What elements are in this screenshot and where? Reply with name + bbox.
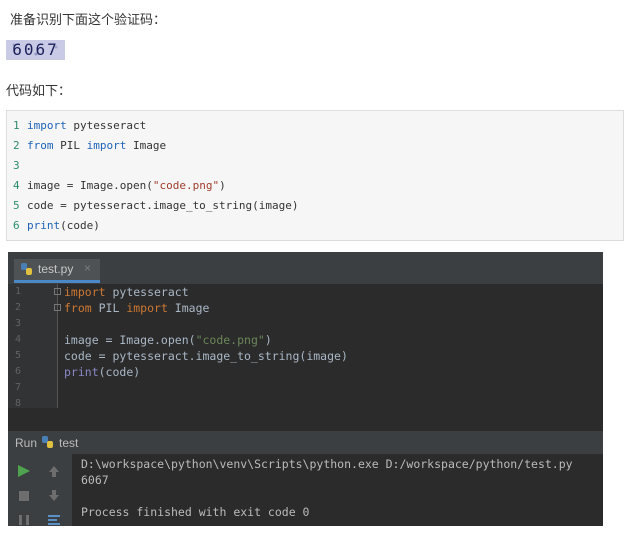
console-line: 6067 (81, 473, 109, 487)
code-editor[interactable]: 1 2 3 4 5 6 7 8 import pytesseract from … (8, 284, 603, 409)
article-intro: 准备识别下面这个验证码： (10, 13, 167, 28)
console-line: Process finished with exit code 0 (81, 505, 310, 519)
code-line: 1 import pytesseract (13, 119, 147, 132)
code-line: 2 from PIL import Image (13, 139, 167, 152)
line-number: 4 (15, 334, 22, 345)
run-config-name[interactable]: test (59, 436, 78, 450)
line-number: 3 (15, 318, 22, 329)
run-label: Run (15, 436, 38, 450)
tab-test-py[interactable]: test.py × (14, 259, 100, 283)
editor-line: print(code) (64, 365, 141, 379)
editor-tab-bar: test.py × (8, 252, 603, 284)
code-line: 5 code = pytesseract.image_to_string(imag… (13, 199, 299, 212)
scroll-up-icon[interactable] (46, 463, 62, 479)
line-number: 5 (15, 350, 22, 361)
close-icon[interactable]: × (84, 261, 91, 275)
line-number: 1 (15, 286, 22, 297)
code-line: 6 print(code) (13, 219, 100, 232)
code-block: 1 import pytesseract 2 from PIL import Ima… (6, 110, 624, 241)
console-output: D:\workspace\python\venv\Scripts\python.… (72, 454, 603, 526)
line-number: 8 (15, 398, 22, 409)
line-number-gutter: 1 2 3 4 5 6 7 8 (8, 284, 61, 409)
console-line: D:\workspace\python\venv\Scripts\python.… (81, 457, 573, 471)
run-toolbar (8, 454, 72, 526)
editor-line: image = Image.open("code.png") (64, 333, 272, 347)
code-intro: 代码如下： (6, 84, 72, 99)
stop-icon[interactable] (16, 488, 32, 504)
editor-line: code = pytesseract.image_to_string(image… (64, 349, 348, 363)
scroll-down-icon[interactable] (46, 488, 62, 504)
python-file-icon (21, 263, 32, 275)
editor-line: from PIL import Image (64, 301, 210, 315)
fold-icon[interactable] (54, 304, 61, 311)
line-number: 7 (15, 382, 22, 393)
captcha-image: 6067 (6, 40, 65, 60)
ide-screenshot: test.py × 1 2 3 4 5 6 7 8 import pytesse… (8, 252, 603, 526)
line-number: 2 (15, 302, 22, 313)
python-icon (42, 436, 53, 448)
code-line: 4 image = Image.open("code.png") (13, 179, 226, 192)
rerun-icon[interactable] (16, 463, 32, 479)
tab-label: test.py (38, 262, 74, 276)
run-panel-header: Run test (8, 430, 603, 455)
fold-icon[interactable] (54, 288, 61, 295)
line-number: 6 (15, 366, 22, 377)
editor-line: import pytesseract (64, 285, 189, 299)
soft-wrap-icon[interactable] (46, 512, 62, 526)
code-line: 3 (13, 159, 20, 172)
pause-icon[interactable] (16, 512, 32, 526)
